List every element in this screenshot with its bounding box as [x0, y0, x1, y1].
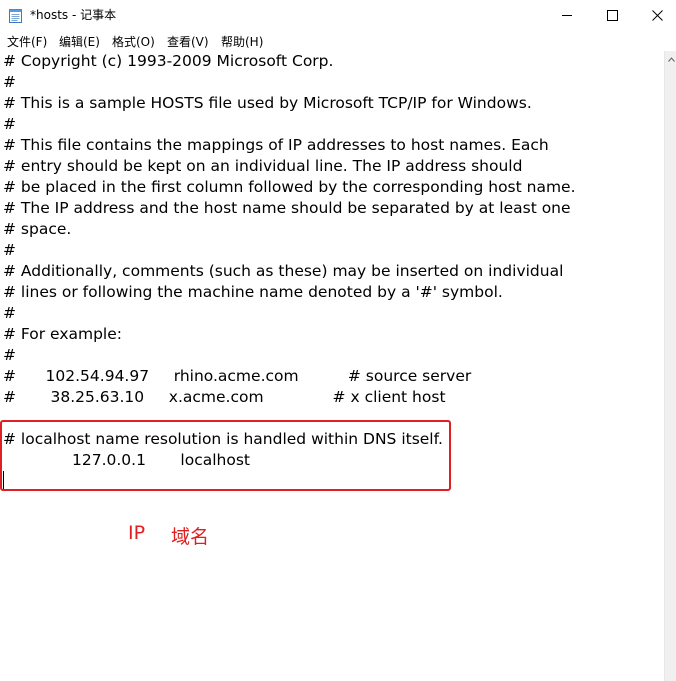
- editor-line: # This is a sample HOSTS file used by Mi…: [3, 94, 532, 112]
- editor-line: # Additionally, comments (such as these)…: [3, 262, 564, 280]
- window-title: *hosts - 记事本: [30, 8, 117, 22]
- editor-line: #: [3, 241, 16, 259]
- editor-line: # 102.54.94.97 rhino.acme.com # source s…: [3, 367, 472, 385]
- annotation-highlight-box: [0, 420, 451, 491]
- editor-line: # entry should be kept on an individual …: [3, 157, 523, 175]
- annotation-ip-label: IP: [128, 522, 146, 544]
- maximize-icon: [606, 9, 618, 21]
- menu-bar: 文件(F) 编辑(E) 格式(O) 查看(V) 帮助(H): [0, 30, 676, 50]
- text-editor[interactable]: # Copyright (c) 1993-2009 Microsoft Corp…: [0, 51, 664, 681]
- minimize-button[interactable]: [544, 0, 590, 30]
- minimize-icon: [561, 14, 572, 16]
- menu-view[interactable]: 查看(V): [167, 33, 209, 50]
- notepad-window: *hosts - 记事本 文件(F) 编辑(E) 格式(O) 查看(V) 帮助(…: [0, 0, 676, 681]
- editor-line: #: [3, 115, 16, 133]
- title-bar[interactable]: *hosts - 记事本: [0, 0, 676, 30]
- editor-line: # space.: [3, 220, 72, 238]
- editor-line: # be placed in the first column followed…: [3, 178, 576, 196]
- editor-line: #: [3, 346, 16, 364]
- editor-line: # Copyright (c) 1993-2009 Microsoft Corp…: [3, 52, 334, 70]
- menu-format[interactable]: 格式(O): [112, 33, 155, 50]
- editor-line: # For example:: [3, 325, 122, 343]
- close-button[interactable]: [634, 0, 676, 30]
- notepad-icon: [9, 9, 22, 23]
- scroll-up-button[interactable]: [665, 51, 676, 68]
- editor-line: # This file contains the mappings of IP …: [3, 136, 549, 154]
- editor-line: # lines or following the machine name de…: [3, 283, 503, 301]
- editor-line: # 38.25.63.10 x.acme.com # x client host: [3, 388, 446, 406]
- editor-line: #: [3, 73, 16, 91]
- menu-edit[interactable]: 编辑(E): [59, 33, 100, 50]
- editor-line: # The IP address and the host name shoul…: [3, 199, 571, 217]
- menu-file[interactable]: 文件(F): [7, 33, 47, 50]
- annotation-domain-label: 域名: [171, 526, 210, 548]
- vertical-scrollbar[interactable]: [664, 51, 676, 681]
- editor-line: #: [3, 304, 16, 322]
- menu-help[interactable]: 帮助(H): [221, 33, 263, 50]
- close-icon: [651, 9, 663, 21]
- maximize-button[interactable]: [589, 0, 635, 30]
- chevron-up-icon: [667, 57, 675, 62]
